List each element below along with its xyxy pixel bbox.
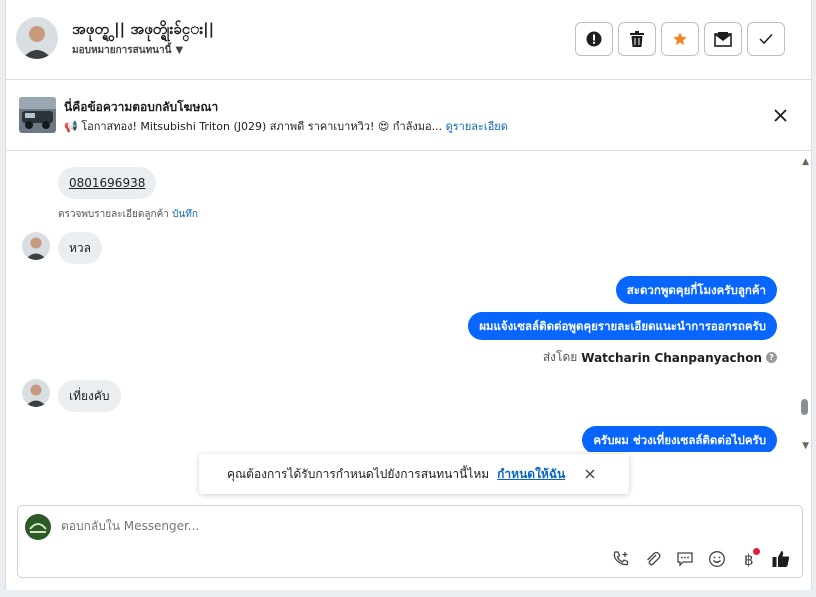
like-button[interactable] [770, 548, 792, 570]
phone-number[interactable]: 0801696938 [69, 176, 145, 190]
toast-close-button[interactable] [583, 467, 597, 481]
mark-done-button[interactable] [747, 22, 785, 56]
outgoing-message: ผมแจ้งเซลล์ติดต่อพูดคุยรายละเอียดแนะนำกา… [468, 312, 777, 340]
attach-button[interactable] [642, 548, 664, 570]
incoming-message: เที่ยงคับ [58, 380, 121, 412]
outgoing-message: สะดวกพูดคุยกี่โมงครับลูกค้า [615, 276, 777, 304]
reply-input[interactable] [61, 519, 561, 533]
customer-detail-notice: ตรวจพบรายละเอียดลูกค้า บันทึก [58, 207, 198, 222]
saved-replies-button[interactable] [674, 548, 696, 570]
chat-bubble-icon [677, 552, 693, 567]
close-icon [585, 469, 595, 479]
message-thread: 0801696938 ตรวจพบรายละเอียดลูกค้า บันทึก… [6, 152, 801, 452]
assign-label: มอบหมายการสนทนานี้ [72, 45, 172, 56]
ad-details-link[interactable]: ดูรายละเอียด [446, 120, 508, 133]
save-detail-link[interactable]: บันทึก [172, 209, 198, 220]
reply-composer: ฿ [17, 505, 803, 578]
conversation-panel: အဖုတ္ရွ || အဖုတ္ရိုးခ်င္း|| มอบหมายการสน… [5, 0, 812, 590]
paperclip-icon [647, 551, 661, 566]
sent-by-name: Watcharin Chanpanyachon [581, 350, 762, 365]
mark-unread-button[interactable] [704, 22, 742, 56]
assign-to-me-link[interactable]: กำหนดให้ฉัน [497, 465, 565, 484]
contact-avatar[interactable] [16, 17, 58, 59]
envelope-icon [714, 32, 732, 47]
ad-thumbnail[interactable] [19, 97, 56, 133]
scroll-down-arrow[interactable]: ▼ [802, 441, 809, 451]
detected-text: ตรวจพบรายละเอียดลูกค้า [58, 209, 169, 220]
info-icon[interactable]: ? [766, 352, 777, 363]
call-button[interactable] [610, 548, 632, 570]
page-avatar [25, 514, 51, 540]
alert-icon [586, 31, 602, 47]
contact-avatar-small [22, 232, 50, 260]
ad-reply-title: นี่คือข้อความตอบกลับโฆษณา [64, 100, 219, 114]
conversation-header: အဖုတ္ရွ || အဖုတ္ရိုးခ်င္း|| มอบหมายการสน… [6, 0, 811, 80]
contact-avatar-small [22, 379, 50, 407]
scroll-up-arrow[interactable]: ▲ [802, 157, 809, 167]
delete-button[interactable] [618, 22, 656, 56]
payment-button[interactable]: ฿ [738, 548, 760, 570]
trash-icon [630, 31, 644, 47]
ad-description-text: 📢 โอกาสทอง! Mitsubishi Triton (J029) สภา… [64, 120, 443, 133]
ad-close-button[interactable] [771, 106, 789, 124]
sent-by-prefix: ส่งโดย [542, 350, 578, 364]
caret-down-icon: ▼ [175, 45, 184, 56]
thumbs-up-icon [772, 551, 790, 567]
contact-name: အဖုတ္ရွ || အဖုတ္ရိုးခ်င္း|| [72, 20, 215, 38]
star-icon [673, 32, 687, 45]
assign-prompt-text: คุณต้องการได้รับการกำหนดไปยังการสนทนานี้… [227, 466, 490, 481]
star-button[interactable] [661, 22, 699, 56]
close-icon [773, 108, 787, 122]
scrollbar-thumb[interactable] [801, 399, 808, 415]
phone-bubble[interactable]: 0801696938 [58, 167, 157, 199]
ad-reply-banner: นี่คือข้อความตอบกลับโฆษณา 📢 โอกาสทอง! Mi… [6, 81, 811, 151]
emoji-button[interactable] [706, 548, 728, 570]
ad-description: 📢 โอกาสทอง! Mitsubishi Triton (J029) สภา… [64, 117, 508, 135]
assign-prompt-toast: คุณต้องการได้รับการกำหนดไปยังการสนทนานี้… [199, 454, 629, 494]
smiley-icon [709, 551, 725, 567]
svg-text:฿: ฿ [744, 551, 754, 568]
phone-plus-icon [613, 551, 629, 566]
header-actions [575, 22, 785, 56]
report-spam-button[interactable] [575, 22, 613, 56]
sent-by-label: ส่งโดย Watcharin Chanpanyachon ? [543, 348, 777, 367]
composer-toolbar: ฿ [610, 548, 792, 570]
incoming-message: หวล [58, 232, 103, 264]
notification-dot [753, 548, 760, 555]
checkmark-icon [759, 33, 773, 45]
assign-conversation-dropdown[interactable]: มอบหมายการสนทนานี้ ▼ [72, 43, 183, 58]
outgoing-message: ครับผม ช่วงเที่ยงเซลล์ติดต่อไปครับ [582, 426, 777, 452]
